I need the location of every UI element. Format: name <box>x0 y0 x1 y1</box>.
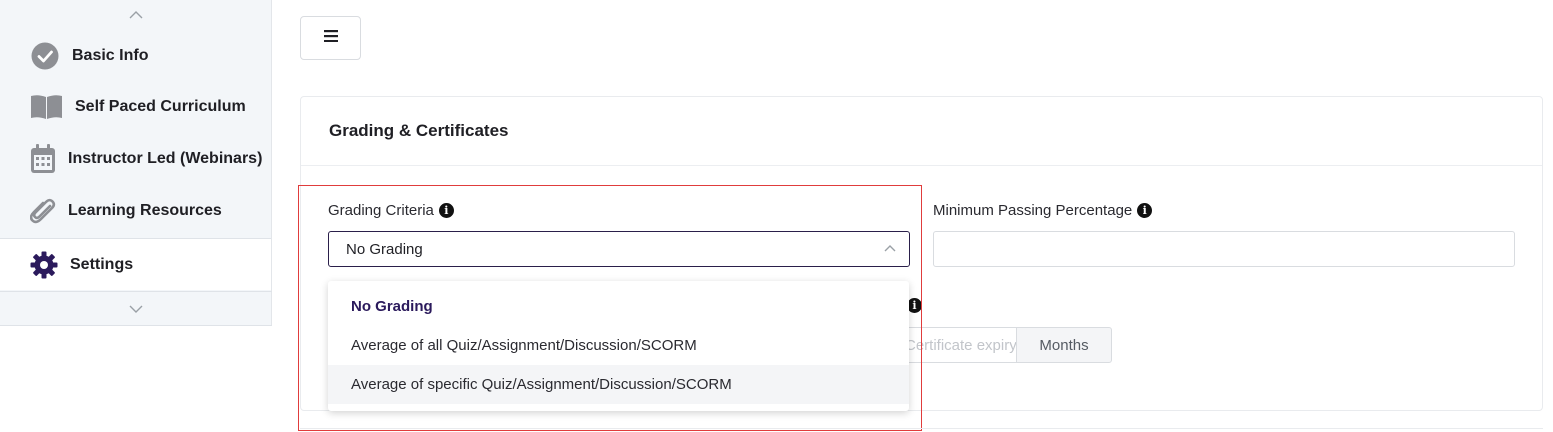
check-circle-icon <box>30 41 60 71</box>
sidebar-item-instructor-led[interactable]: Instructor Led (Webinars) <box>0 133 271 185</box>
minimum-passing-label-text: Minimum Passing Percentage <box>933 202 1133 219</box>
gear-icon <box>30 250 58 280</box>
dropdown-option-average-specific[interactable]: Average of specific Quiz/Assignment/Disc… <box>328 365 909 404</box>
card-header: Grading & Certificates <box>301 97 1542 166</box>
dropdown-option-average-all[interactable]: Average of all Quiz/Assignment/Discussio… <box>328 326 909 365</box>
hamburger-icon <box>323 29 338 47</box>
grading-criteria-selected-value: No Grading <box>346 240 423 258</box>
months-unit-label: Months <box>1016 327 1112 363</box>
grading-criteria-label-text: Grading Criteria <box>328 202 434 219</box>
info-icon[interactable]: i <box>438 203 454 218</box>
dropdown-option-no-grading[interactable]: No Grading <box>328 287 909 326</box>
sidebar-item-basic-info[interactable]: Basic Info <box>0 30 271 82</box>
info-icon[interactable]: i <box>907 298 922 313</box>
sidebar-item-self-paced-curriculum[interactable]: Self Paced Curriculum <box>0 81 271 133</box>
menu-toggle-button[interactable] <box>300 16 361 60</box>
sidebar-item-label: Self Paced Curriculum <box>75 98 246 115</box>
sidebar: Basic Info Self Paced Curriculum Instruc… <box>0 0 272 326</box>
grading-criteria-select[interactable]: No Grading <box>328 231 910 267</box>
sidebar-item-learning-resources[interactable]: Learning Resources <box>0 185 271 237</box>
certificate-expiry-placeholder: Certificate expiry <box>905 336 1016 354</box>
book-icon <box>30 92 63 122</box>
minimum-passing-percentage-input[interactable] <box>933 231 1515 267</box>
sidebar-item-settings[interactable]: Settings <box>0 238 271 290</box>
minimum-passing-label: Minimum Passing Percentage i <box>933 202 1153 219</box>
paperclip-icon <box>30 196 56 226</box>
sidebar-item-label: Basic Info <box>72 47 149 64</box>
grading-criteria-label: Grading Criteria i <box>328 202 454 219</box>
sidebar-item-label: Instructor Led (Webinars) <box>68 150 263 167</box>
info-icon[interactable]: i <box>1137 203 1153 218</box>
scroll-down-chevron-icon[interactable] <box>0 291 272 326</box>
calendar-icon <box>30 144 56 174</box>
chevron-up-icon <box>883 241 897 261</box>
grading-criteria-dropdown: No Grading Average of all Quiz/Assignmen… <box>328 281 909 411</box>
sidebar-item-label: Settings <box>70 255 134 273</box>
sidebar-item-label: Learning Resources <box>68 202 222 219</box>
scroll-up-chevron-icon[interactable] <box>0 4 272 26</box>
next-card-edge <box>300 428 1543 432</box>
card-title: Grading & Certificates <box>329 121 509 140</box>
